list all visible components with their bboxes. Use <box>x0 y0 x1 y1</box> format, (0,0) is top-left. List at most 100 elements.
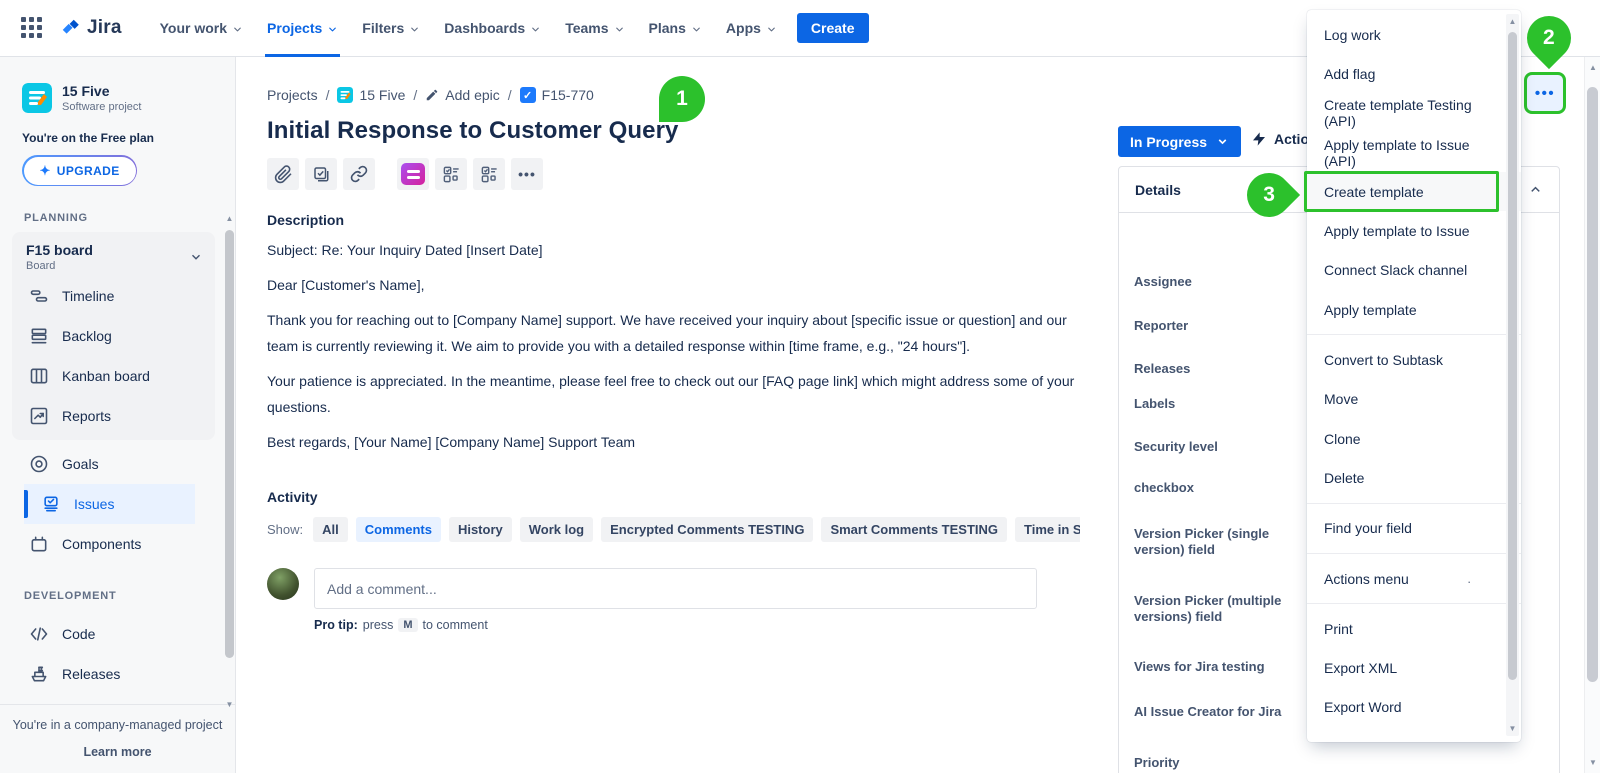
sidebar-item-issues[interactable]: Issues <box>24 484 195 524</box>
nav-item-projects[interactable]: Projects <box>255 0 350 57</box>
sidebar-item-releases[interactable]: Releases <box>12 654 215 694</box>
create-button[interactable]: Create <box>797 13 869 43</box>
template-app-button[interactable] <box>435 158 467 190</box>
menu-item-print[interactable]: Print <box>1307 609 1521 648</box>
breadcrumb-separator: / <box>413 87 417 103</box>
board-switcher[interactable]: F15 board Board <box>12 242 215 276</box>
sidebar-item-timeline[interactable]: Timeline <box>12 276 215 316</box>
sidebar-scrollbar[interactable]: ▲ ▼ <box>224 212 235 747</box>
scroll-up-icon[interactable]: ▲ <box>1585 63 1600 72</box>
add-comment-input[interactable] <box>314 568 1037 609</box>
sidebar-item-backlog[interactable]: Backlog <box>12 316 215 356</box>
menu-divider <box>1307 334 1521 335</box>
activity-filter-work-log[interactable]: Work log <box>520 517 593 542</box>
nav-item-plans[interactable]: Plans <box>637 0 714 57</box>
status-dropdown[interactable]: In Progress <box>1118 126 1241 157</box>
paperclip-icon <box>274 165 293 184</box>
scroll-down-icon[interactable]: ▼ <box>1506 724 1519 733</box>
issues-icon <box>40 494 62 514</box>
pencil-icon <box>425 88 439 102</box>
breadcrumb-projects[interactable]: Projects <box>267 87 318 103</box>
sidebar-item-components[interactable]: Components <box>12 524 215 564</box>
add-child-issue-button[interactable] <box>305 158 337 190</box>
scroll-down-icon[interactable]: ▼ <box>224 700 235 709</box>
field-label: Labels <box>1134 396 1294 412</box>
marketplace-app-button[interactable] <box>397 158 429 190</box>
board-group: F15 board Board TimelineBacklogKanban bo… <box>12 232 215 440</box>
breadcrumb-add-epic[interactable]: Add epic <box>425 87 499 103</box>
nav-item-apps[interactable]: Apps <box>714 0 789 57</box>
activity-filter-time-in-status[interactable]: Time in Status <box>1015 517 1080 542</box>
sidebar-item-reports[interactable]: Reports <box>12 396 215 436</box>
field-label: Priority <box>1134 755 1294 771</box>
breadcrumb-separator: / <box>508 87 512 103</box>
activity-filter-smart-comments-testing[interactable]: Smart Comments TESTING <box>821 517 1007 542</box>
pro-tip: Pro tip: press M to comment <box>314 618 1080 632</box>
template-app-button-2[interactable] <box>473 158 505 190</box>
issue-toolbar: ••• <box>267 158 1080 190</box>
menu-item-actions-menu[interactable]: Actions menu. <box>1307 559 1521 598</box>
chevron-down-icon <box>1216 135 1229 148</box>
page-scrollbar[interactable]: ▲ ▼ <box>1584 57 1600 773</box>
menu-item-export-xml[interactable]: Export XML <box>1307 648 1521 687</box>
menu-item-connect-slack-channel[interactable]: Connect Slack channel <box>1307 251 1521 290</box>
menu-item-create-template[interactable]: Create template <box>1307 172 1521 211</box>
project-header[interactable]: 15 Five Software project <box>0 57 235 113</box>
menu-item-clone[interactable]: Clone <box>1307 419 1521 458</box>
breadcrumb-issue-key[interactable]: ✓ F15-770 <box>520 87 594 103</box>
project-avatar-icon <box>22 83 52 113</box>
activity-filter-history[interactable]: History <box>449 517 512 542</box>
nav-item-dashboards[interactable]: Dashboards <box>432 0 553 57</box>
upgrade-button[interactable]: ✦ UPGRADE <box>24 157 136 185</box>
field-label: Reporter <box>1134 318 1294 334</box>
sidebar-item-goals[interactable]: Goals <box>12 444 215 484</box>
nav-item-teams[interactable]: Teams <box>553 0 636 57</box>
chevron-down-icon <box>189 250 203 264</box>
breadcrumb-project[interactable]: 15 Five <box>337 87 405 103</box>
activity-filter-all[interactable]: All <box>313 517 348 542</box>
activity-filter-comments[interactable]: Comments <box>356 517 441 542</box>
menu-item-log-work[interactable]: Log work <box>1307 15 1521 54</box>
show-label: Show: <box>267 522 303 537</box>
description-paragraph: Best regards, [Your Name] [Company Name]… <box>267 429 1080 455</box>
attach-button[interactable] <box>267 158 299 190</box>
nav-item-your-work[interactable]: Your work <box>148 0 255 57</box>
jira-logo[interactable]: Jira <box>60 17 122 39</box>
scrollbar-thumb[interactable] <box>1587 87 1598 682</box>
menu-item-apply-template-to-issue-api[interactable]: Apply template to Issue (API) <box>1307 133 1521 172</box>
menu-item-apply-template-to-issue[interactable]: Apply template to Issue <box>1307 211 1521 250</box>
menu-item-delete[interactable]: Delete <box>1307 458 1521 497</box>
project-name: 15 Five <box>62 83 141 99</box>
jira-logo-text: Jira <box>87 17 122 39</box>
link-issue-button[interactable] <box>343 158 375 190</box>
sidebar-item-kanban-board[interactable]: Kanban board <box>12 356 215 396</box>
sidebar-item-code[interactable]: Code <box>12 614 215 654</box>
menu-item-convert-to-subtask[interactable]: Convert to Subtask <box>1307 340 1521 379</box>
menu-item-create-template-testing-api[interactable]: Create template Testing (API) <box>1307 94 1521 133</box>
project-sidebar: 15 Five Software project You're on the F… <box>0 57 236 773</box>
project-type: Software project <box>62 101 141 113</box>
reports-icon <box>28 406 50 426</box>
menu-item-find-your-field[interactable]: Find your field <box>1307 509 1521 548</box>
field-row-priority: Priority <box>1134 755 1544 771</box>
learn-more-link[interactable]: Learn more <box>10 745 225 759</box>
scrollbar-thumb[interactable] <box>1508 32 1517 680</box>
menu-item-move[interactable]: Move <box>1307 380 1521 419</box>
menu-scrollbar[interactable]: ▲▼ <box>1506 14 1519 736</box>
scroll-up-icon[interactable]: ▲ <box>224 214 235 223</box>
menu-item-export-word[interactable]: Export Word <box>1307 688 1521 727</box>
activity-filter-row: Show: All Comments History Work log Encrypte… <box>267 517 1080 542</box>
description-body[interactable]: Subject: Re: Your Inquiry Dated [Insert … <box>267 237 1080 455</box>
menu-item-apply-template[interactable]: Apply template <box>1307 290 1521 329</box>
scroll-down-icon[interactable]: ▼ <box>1585 758 1600 767</box>
scrollbar-thumb[interactable] <box>225 230 234 658</box>
more-actions-button-highlighted[interactable]: ••• <box>1524 72 1566 114</box>
description-paragraph: Dear [Customer's Name], <box>267 272 1080 298</box>
more-toolbar-button[interactable]: ••• <box>511 158 543 190</box>
menu-item-add-flag[interactable]: Add flag <box>1307 54 1521 93</box>
app-switcher-icon[interactable] <box>20 16 44 40</box>
nav-item-filters[interactable]: Filters <box>350 0 432 57</box>
primary-nav: Your workProjectsFiltersDashboardsTeamsP… <box>148 0 789 57</box>
scroll-up-icon[interactable]: ▲ <box>1506 17 1519 26</box>
activity-filter-encrypted-comments-testing[interactable]: Encrypted Comments TESTING <box>601 517 813 542</box>
